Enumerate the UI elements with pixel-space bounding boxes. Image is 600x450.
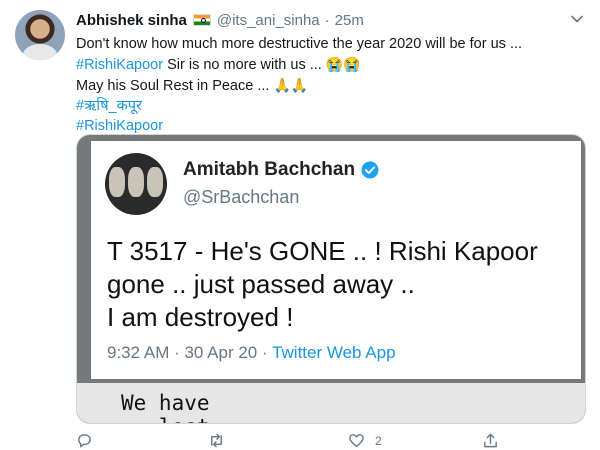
embedded-author-avatar <box>105 153 167 215</box>
author-avatar[interactable] <box>15 10 65 60</box>
heart-icon <box>349 434 364 447</box>
tweet-text: Don't know how much more destructive the… <box>76 34 586 136</box>
tweet-line: #ऋषि_कपूर <box>76 96 586 116</box>
author-handle[interactable]: @its_ani_sinha <box>217 12 320 29</box>
india-flag-icon <box>192 14 211 26</box>
hashtag-link[interactable]: #RishiKapoor <box>76 57 163 73</box>
share-button[interactable] <box>482 432 509 449</box>
author-name[interactable]: Abhishek sinha <box>76 12 187 29</box>
tweet-header: Abhishek sinha @its_ani_sinha · 25m <box>76 10 364 30</box>
embedded-author-name: Amitabh Bachchan <box>183 159 379 181</box>
hashtag-link[interactable]: #RishiKapoor <box>76 118 163 134</box>
like-button[interactable]: 2 <box>348 432 382 449</box>
chevron-down-icon[interactable] <box>570 12 584 26</box>
tweet-image[interactable]: We have lost Amitabh Bachchan @SrBachcha… <box>76 134 586 424</box>
tweet-line: #RishiKapoor <box>76 116 586 136</box>
separator-dot: · <box>324 11 330 29</box>
like-count: 2 <box>375 433 382 448</box>
verified-badge-icon <box>361 161 379 179</box>
embedded-tweet-meta: 9:32 AM · 30 Apr 20 · Twitter Web App <box>107 343 396 362</box>
folded-hands-emoji: 🙏🙏 <box>273 77 309 93</box>
retweet-button[interactable] <box>208 432 235 449</box>
tweet-line: Don't know how much more destructive the… <box>76 36 523 52</box>
reply-icon <box>78 434 91 448</box>
tweet-actions: 2 <box>76 432 586 450</box>
tweet-line: #RishiKapoor Sir is no more with us ... … <box>76 56 361 73</box>
crying-emoji: 😭😭 <box>325 56 361 72</box>
tweet-line: May his Soul Rest in Peace ... 🙏🙏 <box>76 77 309 94</box>
embedded-tweet-source: Twitter Web App <box>272 343 396 362</box>
reply-button[interactable] <box>76 432 103 449</box>
hashtag-link[interactable]: #ऋषि_कपूर <box>76 98 142 114</box>
handwritten-note: We have lost <box>121 391 210 423</box>
retweet-icon <box>211 433 222 448</box>
embedded-tweet-text: T 3517 - He's GONE .. ! Rishi Kapoor gon… <box>107 236 538 332</box>
embedded-author-handle: @SrBachchan <box>183 187 300 207</box>
tweet-timestamp[interactable]: 25m <box>335 12 364 29</box>
embedded-tweet-screenshot: Amitabh Bachchan @SrBachchan T 3517 - He… <box>91 141 581 379</box>
share-icon <box>484 433 497 448</box>
